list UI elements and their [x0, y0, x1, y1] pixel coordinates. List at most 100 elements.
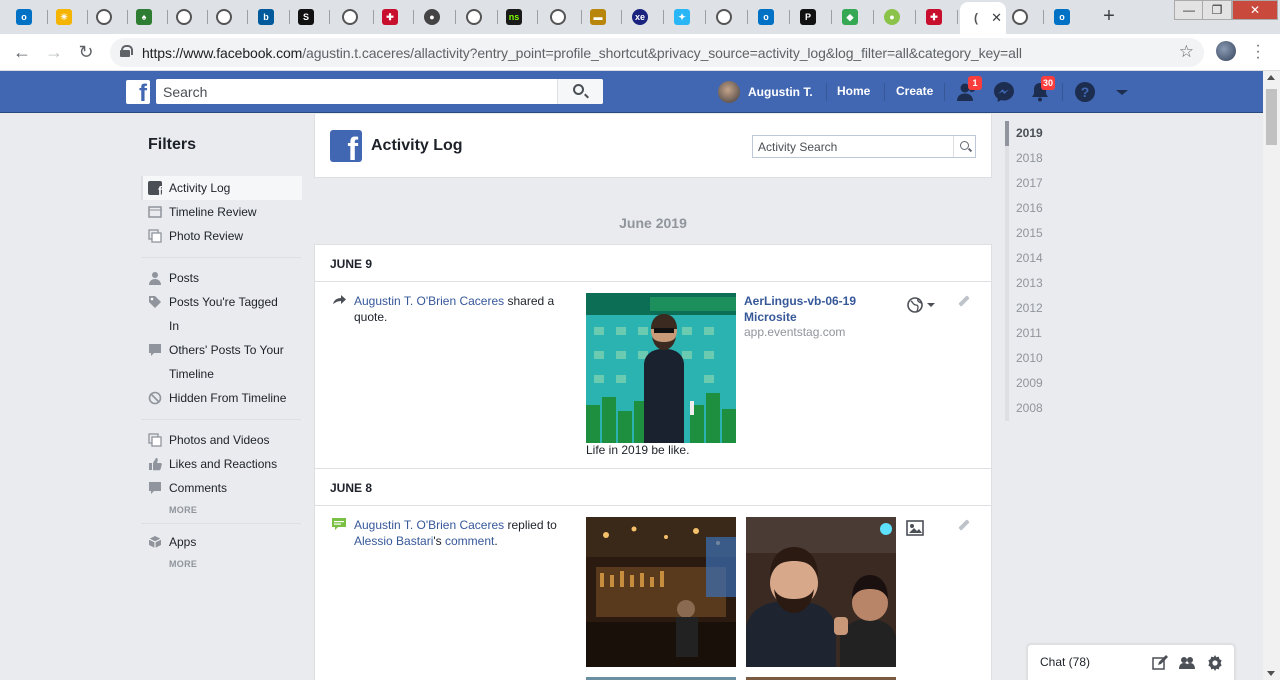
year-link-2019[interactable]: 2019 — [1005, 121, 1085, 146]
filter-comments[interactable]: Comments — [141, 476, 302, 500]
scroll-down-arrow-icon[interactable] — [1267, 671, 1275, 676]
more-link[interactable]: MORE — [169, 505, 197, 515]
browser-tab-strip: o ☀ ♠ b S ✚ ● ns ▬ xe ✦ o P ◆ ● ✚ (✕ o +… — [0, 0, 1280, 34]
activity-search-input[interactable] — [753, 136, 949, 157]
help-icon[interactable]: ? — [1073, 80, 1097, 104]
browser-tab[interactable]: ● — [416, 4, 456, 30]
edit-pencil-icon[interactable] — [958, 519, 970, 531]
home-link[interactable]: Home — [837, 84, 870, 98]
filter-label: Likes and Reactions — [169, 457, 278, 471]
edit-pencil-icon[interactable] — [958, 295, 970, 307]
browser-tab[interactable]: P — [792, 4, 832, 30]
filter-others-posts[interactable]: Others' Posts To Your Timeline — [141, 338, 302, 386]
shared-link-image[interactable] — [586, 293, 736, 443]
new-tab-button[interactable]: + — [1096, 5, 1122, 29]
browser-tab[interactable]: ● — [876, 4, 916, 30]
browser-tab[interactable] — [88, 4, 128, 30]
account-menu-chevron-icon[interactable] — [1110, 80, 1134, 104]
maximize-button[interactable]: ❐ — [1202, 0, 1232, 20]
year-link-2017[interactable]: 2017 — [1009, 171, 1085, 196]
browser-tab[interactable] — [542, 4, 582, 30]
year-link-2018[interactable]: 2018 — [1009, 146, 1085, 171]
browser-tab[interactable]: b — [250, 4, 290, 30]
friend-requests-icon[interactable]: 1 — [955, 76, 982, 104]
facebook-search-input[interactable] — [156, 79, 556, 104]
browser-tab[interactable]: o — [8, 4, 48, 30]
shared-link-title[interactable]: AerLingus-vb-06-19 Microsite — [744, 293, 894, 325]
filter-likes-reactions[interactable]: Likes and Reactions — [141, 452, 302, 476]
forward-arrow-icon[interactable]: → — [42, 41, 66, 65]
browser-profile-avatar[interactable] — [1216, 41, 1236, 61]
minimize-button[interactable]: — — [1174, 0, 1204, 20]
filter-activity-log[interactable]: f Activity Log — [141, 176, 302, 200]
year-link-2008[interactable]: 2008 — [1009, 396, 1085, 421]
browser-tab[interactable]: xe — [624, 4, 664, 30]
privacy-selector[interactable] — [907, 297, 937, 313]
year-link-2016[interactable]: 2016 — [1009, 196, 1085, 221]
browser-tab[interactable]: ✚ — [918, 4, 958, 30]
browser-tab[interactable] — [1004, 4, 1044, 30]
comment-photo-bar[interactable] — [586, 517, 736, 667]
browser-tab[interactable] — [168, 4, 208, 30]
year-link-2013[interactable]: 2013 — [1009, 271, 1085, 296]
filter-apps[interactable]: Apps — [141, 530, 302, 554]
browser-tab[interactable]: ◆ — [834, 4, 874, 30]
reload-icon[interactable]: ↻ — [74, 41, 98, 65]
facebook-logo-icon[interactable]: f — [126, 80, 150, 104]
group-chat-icon[interactable] — [1179, 655, 1195, 671]
back-arrow-icon[interactable]: ← — [10, 41, 34, 65]
filter-photos-videos[interactable]: Photos and Videos — [141, 428, 302, 452]
chat-settings-gear-icon[interactable] — [1207, 655, 1223, 671]
browser-tab[interactable] — [208, 4, 248, 30]
scroll-up-arrow-icon[interactable] — [1267, 75, 1275, 80]
create-link[interactable]: Create — [896, 84, 933, 98]
browser-tab[interactable]: ♠ — [128, 4, 168, 30]
year-link-2014[interactable]: 2014 — [1009, 246, 1085, 271]
scrollbar-thumb[interactable] — [1266, 89, 1277, 145]
target-profile-link[interactable]: Alessio Bastari — [354, 534, 433, 548]
year-link-2010[interactable]: 2010 — [1009, 346, 1085, 371]
browser-tab[interactable]: o — [1046, 4, 1086, 30]
actor-link[interactable]: Augustin T. O'Brien Caceres — [354, 518, 504, 532]
actor-link[interactable]: Augustin T. O'Brien Caceres — [354, 294, 504, 308]
filter-photo-review[interactable]: Photo Review — [141, 224, 302, 248]
year-link-2015[interactable]: 2015 — [1009, 221, 1085, 246]
profile-link[interactable]: Augustin T. — [718, 81, 813, 103]
more-link[interactable]: MORE — [169, 559, 197, 569]
url-text[interactable]: https://www.facebook.com/agustin.t.cacer… — [142, 45, 1022, 61]
filter-posts-tagged-in[interactable]: Posts You're Tagged In — [141, 290, 302, 338]
browser-tab[interactable]: ▬ — [582, 4, 622, 30]
notifications-bell-icon[interactable]: 30 — [1028, 76, 1056, 104]
filter-posts[interactable]: Posts — [141, 266, 302, 290]
page-scrollbar[interactable] — [1263, 71, 1280, 680]
browser-tab[interactable]: S — [290, 4, 330, 30]
bookmark-star-icon[interactable]: ☆ — [1179, 42, 1194, 62]
search-button[interactable] — [557, 79, 603, 104]
filter-hidden-from-timeline[interactable]: Hidden From Timeline — [141, 386, 302, 410]
address-bar[interactable]: https://www.facebook.com/agustin.t.cacer… — [110, 38, 1204, 67]
year-link-2012[interactable]: 2012 — [1009, 296, 1085, 321]
messenger-icon[interactable] — [992, 80, 1016, 104]
comment-link[interactable]: comment — [445, 534, 494, 548]
browser-menu-icon[interactable]: · · · — [1252, 38, 1264, 66]
year-link-2009[interactable]: 2009 — [1009, 371, 1085, 396]
year-link-2011[interactable]: 2011 — [1009, 321, 1085, 346]
close-window-button[interactable]: ✕ — [1232, 0, 1278, 20]
browser-tab[interactable]: ✚ — [374, 4, 414, 30]
browser-tab[interactable]: ns — [498, 4, 538, 30]
browser-tab[interactable]: o — [750, 4, 790, 30]
browser-tab-active[interactable]: (✕ — [960, 2, 1006, 34]
filter-label: Timeline Review — [169, 205, 257, 219]
filter-timeline-review[interactable]: Timeline Review — [141, 200, 302, 224]
facebook-search — [156, 79, 603, 104]
browser-tab[interactable] — [334, 4, 374, 30]
comment-photo-selfie[interactable] — [746, 517, 896, 667]
new-message-icon[interactable] — [1152, 655, 1168, 671]
browser-tab[interactable] — [708, 4, 748, 30]
close-tab-icon[interactable]: ✕ — [991, 10, 1002, 26]
browser-tab[interactable]: ✦ — [666, 4, 706, 30]
activity-search-button[interactable] — [953, 136, 975, 157]
browser-tab[interactable] — [458, 4, 498, 30]
browser-tab[interactable]: ☀ — [48, 4, 88, 30]
chat-sidebar-bar[interactable]: Chat (78) — [1027, 644, 1235, 680]
